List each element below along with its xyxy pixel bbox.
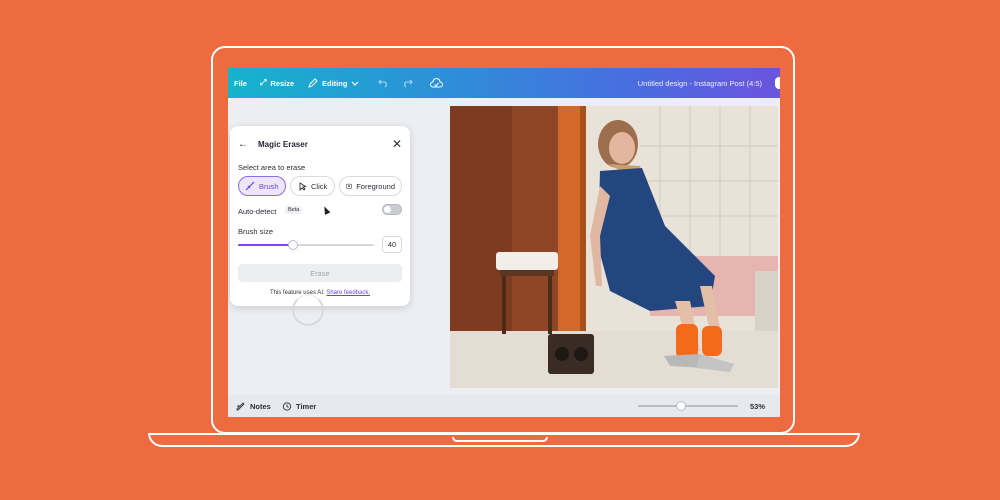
select-area-label: Select area to erase — [238, 163, 306, 172]
canvas-photo[interactable] — [450, 106, 778, 388]
magic-eraser-panel: ← Magic Eraser ✕ Select area to erase Br… — [230, 126, 410, 306]
click-icon — [299, 182, 307, 191]
timer-button[interactable]: Timer — [282, 395, 316, 417]
pencil-icon — [308, 78, 318, 88]
bottom-toolbar: Notes Timer 53% — [228, 395, 780, 417]
brush-icon — [245, 181, 255, 191]
zoom-slider[interactable] — [638, 405, 738, 407]
timer-icon — [282, 402, 292, 411]
redo-icon — [404, 79, 413, 88]
cloud-save-status[interactable] — [430, 68, 443, 98]
panel-title: Magic Eraser — [258, 139, 308, 149]
beta-badge: Beta — [285, 206, 303, 214]
zoom-level[interactable]: 53% — [750, 395, 765, 417]
top-toolbar: File ⤢ Resize Editing Untitled design - … — [228, 68, 780, 98]
brush-option-button[interactable]: Brush — [238, 176, 286, 196]
toggle-knob — [384, 206, 391, 213]
redo-button[interactable] — [402, 68, 413, 98]
profile-edge — [775, 77, 780, 89]
file-menu[interactable]: File — [234, 68, 247, 98]
notes-button[interactable]: Notes — [236, 395, 271, 417]
brush-size-slider-handle[interactable] — [288, 240, 298, 250]
cloud-icon — [430, 78, 443, 88]
notes-icon — [236, 402, 245, 411]
click-option-button[interactable]: Click — [290, 176, 335, 196]
zoom-slider-handle[interactable] — [676, 401, 686, 411]
photo-illustration — [450, 106, 778, 388]
foreground-icon — [346, 183, 352, 189]
brush-size-input[interactable]: 40 — [382, 236, 402, 253]
brush-size-label: Brush size — [238, 227, 274, 236]
auto-detect-toggle[interactable] — [382, 204, 402, 215]
resize-button[interactable]: ⤢ Resize — [260, 68, 294, 98]
foreground-option-button[interactable]: Foreground — [339, 176, 402, 196]
undo-icon — [378, 79, 387, 88]
panel-header: ← Magic Eraser ✕ — [238, 136, 402, 152]
brush-size-slider-fill — [238, 244, 293, 246]
share-feedback-link[interactable]: Share feedback. — [326, 290, 370, 296]
erase-button[interactable]: Erase — [238, 264, 402, 282]
app-screen: File ⤢ Resize Editing Untitled design - … — [228, 68, 780, 417]
undo-button[interactable] — [378, 68, 389, 98]
document-title: Untitled design - Instagram Post (4:5) — [637, 78, 762, 88]
back-arrow-icon[interactable]: ← — [238, 139, 248, 150]
resize-icon: ⤢ — [260, 78, 267, 87]
ai-footer-note: This feature uses AI. Share feedback. — [269, 290, 371, 296]
editing-dropdown[interactable]: Editing — [308, 68, 359, 98]
close-icon[interactable]: ✕ — [392, 137, 402, 151]
loading-spinner — [292, 294, 324, 326]
chevron-down-icon — [351, 81, 359, 86]
laptop-notch — [452, 437, 548, 442]
auto-detect-label: Auto-detect — [238, 207, 277, 216]
